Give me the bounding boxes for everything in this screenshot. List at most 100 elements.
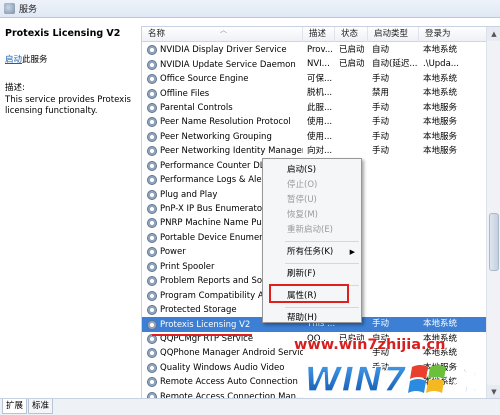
svg-text:WIN7: WIN7 (304, 360, 407, 400)
service-description-cell: 脱机... (307, 88, 333, 99)
description-text: This service provides Protexis licensing… (5, 95, 131, 116)
column-logon-header[interactable]: 登录为 (419, 27, 487, 42)
service-description-cell: 使用... (307, 131, 333, 142)
column-description-header[interactable]: 描述 (303, 27, 335, 42)
service-gear-icon (147, 160, 157, 171)
start-service-link[interactable]: 启动 (5, 55, 22, 65)
window-title: 服务 (19, 5, 38, 15)
menu-item-help[interactable]: 帮助(H) (263, 311, 361, 326)
service-name-cell: Office Source Engine (142, 72, 303, 86)
menu-item-start[interactable]: 启动(S) (263, 163, 361, 178)
menu-item-resume[interactable]: 恢复(M) (263, 208, 361, 223)
service-row[interactable]: Parental Controls 此服... 手动 本地服务 (142, 101, 487, 115)
service-gear-icon (147, 305, 157, 316)
service-logon-cell (419, 274, 487, 288)
menu-item-label: 重新启动(E) (287, 225, 334, 235)
service-logon-cell: 本地服务 (423, 131, 458, 142)
service-status-cell (335, 101, 368, 115)
service-logon-cell: 本地服务 (423, 117, 458, 128)
service-name-cell: QQPhone Manager Android Service (142, 346, 303, 360)
service-logon-cell (419, 187, 487, 201)
service-name-cell: Offline Files (142, 86, 303, 100)
service-name-cell: Quality Windows Audio Video (142, 361, 303, 375)
service-row[interactable]: Offline Files 脱机... 禁用 本地系统 (142, 86, 487, 100)
service-startup-type-cell (368, 159, 419, 173)
service-startup-type-cell (368, 187, 419, 201)
service-logon-cell: 本地系统 (423, 88, 458, 99)
service-gear-icon (147, 218, 157, 229)
service-gear-icon (147, 232, 157, 243)
service-description-cell: 使用... (307, 117, 333, 128)
service-gear-icon (147, 189, 157, 200)
vertical-scrollbar[interactable]: ▲ ▼ (486, 27, 500, 398)
service-name-cell: Peer Networking Identity Manager (142, 144, 303, 158)
service-gear-icon (147, 290, 157, 301)
scrollbar-thumb[interactable] (489, 213, 499, 271)
column-name-header[interactable]: ︿ 名称 (142, 27, 303, 42)
menu-item-label: 帮助(H) (287, 313, 318, 323)
column-header: ︿ 名称 描述 状态 启动类型 登录为 (142, 27, 487, 42)
service-logon-cell: 本地系统 (423, 73, 458, 84)
properties-highlight-box (269, 284, 349, 303)
service-gear-icon (147, 362, 157, 373)
service-gear-icon (147, 175, 157, 186)
tab-extended[interactable]: 扩展 (2, 399, 28, 414)
service-status-cell: 已启动 (339, 45, 365, 55)
menu-item-refresh[interactable]: 刷新(F) (263, 267, 361, 282)
menu-item-label: 停止(O) (287, 180, 318, 190)
selected-row-red-underline (152, 334, 252, 336)
service-logon-cell (419, 159, 487, 173)
service-status-cell (335, 72, 368, 86)
service-startup-type-cell: 手动 (372, 117, 390, 128)
menu-item-label: 启动(S) (287, 165, 317, 175)
menu-separator (285, 263, 359, 264)
service-startup-type-cell (368, 231, 419, 245)
service-gear-icon (147, 88, 157, 99)
tab-standard[interactable]: 标准 (28, 399, 54, 414)
service-gear-icon (147, 377, 157, 388)
service-logon-cell: 本地系统 (423, 45, 458, 55)
description-label: 描述: (5, 83, 25, 93)
service-startup-type-cell: 自动(延迟... (372, 59, 418, 70)
service-gear-icon (147, 131, 157, 142)
service-gear-icon (147, 117, 157, 128)
service-row[interactable]: Peer Networking Grouping 使用... 手动 本地服务 (142, 130, 487, 144)
menu-item-pause[interactable]: 暂停(U) (263, 193, 361, 208)
service-startup-type-cell (368, 245, 419, 259)
column-startup-type-header[interactable]: 启动类型 (368, 27, 419, 42)
service-name-cell: NVIDIA Update Service Daemon (142, 57, 303, 71)
service-row[interactable]: NVIDIA Update Service Daemon NVI... 已启动 自动(… (142, 57, 487, 71)
service-gear-icon (147, 348, 157, 359)
service-gear-icon (147, 74, 157, 85)
service-row[interactable]: Peer Name Resolution Protocol 使用... 手动 本地服务 (142, 115, 487, 129)
service-logon-cell (419, 245, 487, 259)
menu-item-restart[interactable]: 重新启动(E) (263, 223, 361, 238)
service-row[interactable]: NVIDIA Display Driver Service Prov... 已启动自… (142, 43, 487, 57)
menu-separator (285, 307, 359, 308)
menu-item-label: 恢复(M) (287, 210, 318, 220)
column-status-header[interactable]: 状态 (335, 27, 368, 42)
service-logon-cell: 本地服务 (423, 146, 458, 157)
sort-ascending-icon: ︿ (220, 27, 227, 34)
menu-item-label: 刷新(F) (287, 269, 316, 279)
menu-item-stop[interactable]: 停止(O) (263, 178, 361, 193)
scroll-up-arrow-icon[interactable]: ▲ (487, 27, 500, 41)
service-startup-type-cell (368, 173, 419, 187)
service-startup-type-cell: 手动 (372, 73, 390, 84)
view-tabs: 扩展 标准 (0, 398, 500, 415)
menu-item-all-tasks[interactable]: 所有任务(K) ▶ (263, 245, 361, 260)
service-gear-icon (147, 261, 157, 272)
service-description-cell: 此服... (307, 102, 333, 113)
service-gear-icon (147, 319, 157, 330)
service-row[interactable]: Peer Networking Identity Manager 向对... 手动 本… (142, 144, 487, 158)
service-startup-type-cell (368, 202, 419, 216)
service-row[interactable]: Office Source Engine 可保... 手动 本地系统 (142, 72, 487, 86)
service-logon-cell: .\Upda... (423, 59, 459, 70)
service-gear-icon (147, 146, 157, 157)
service-logon-cell (419, 288, 487, 302)
menu-item-label: 所有任务(K) (287, 247, 334, 257)
service-gear-icon (147, 247, 157, 258)
service-status-cell (335, 86, 368, 100)
service-status-cell (335, 115, 368, 129)
service-status-cell (335, 144, 368, 158)
